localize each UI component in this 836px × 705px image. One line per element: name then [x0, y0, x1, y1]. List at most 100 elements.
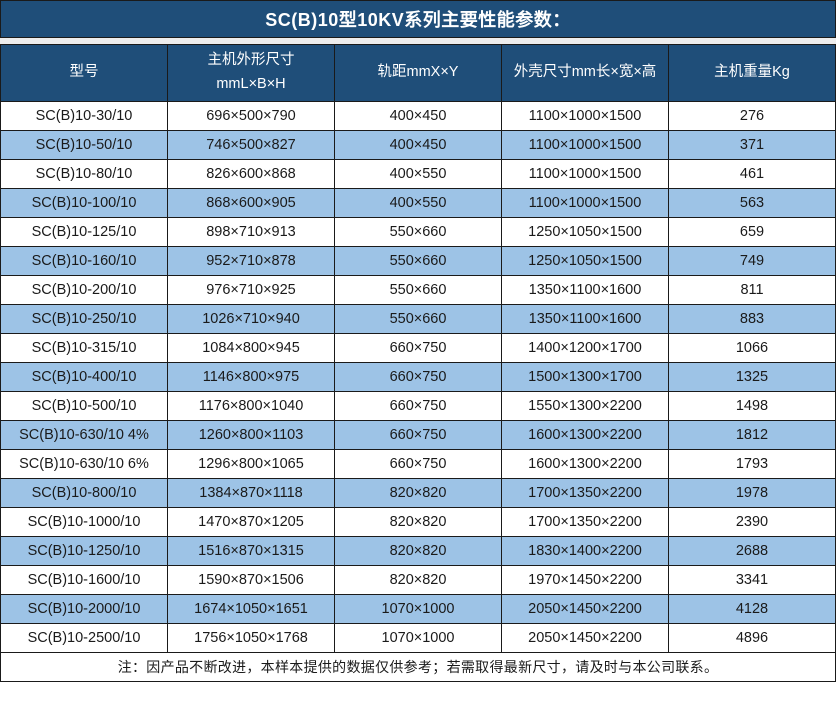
cell-shell-size: 1100×1000×1500 — [502, 160, 669, 189]
col-header-rail-gauge: 轨距mmX×Y — [335, 45, 502, 102]
cell-shell-size: 1700×1350×2200 — [502, 508, 669, 537]
table-row: SC(B)10-630/10 4% 1260×800×1103 660×750 … — [1, 421, 836, 450]
cell-model: SC(B)10-500/10 — [1, 392, 168, 421]
table-row: SC(B)10-2000/10 1674×1050×1651 1070×1000… — [1, 595, 836, 624]
cell-dimensions: 1516×870×1315 — [168, 537, 335, 566]
table-row: SC(B)10-500/10 1176×800×1040 660×750 155… — [1, 392, 836, 421]
cell-model: SC(B)10-400/10 — [1, 363, 168, 392]
cell-weight: 2688 — [669, 537, 836, 566]
col-header-weight: 主机重量Kg — [669, 45, 836, 102]
cell-rail-gauge: 400×550 — [335, 160, 502, 189]
cell-weight: 461 — [669, 160, 836, 189]
cell-model: SC(B)10-100/10 — [1, 189, 168, 218]
cell-shell-size: 1700×1350×2200 — [502, 479, 669, 508]
cell-dimensions: 1176×800×1040 — [168, 392, 335, 421]
cell-dimensions: 976×710×925 — [168, 276, 335, 305]
table-row: SC(B)10-200/10 976×710×925 550×660 1350×… — [1, 276, 836, 305]
cell-rail-gauge: 550×660 — [335, 218, 502, 247]
cell-shell-size: 1100×1000×1500 — [502, 189, 669, 218]
cell-shell-size: 1600×1300×2200 — [502, 421, 669, 450]
header-row: 型号 主机外形尺寸 mmL×B×H 轨距mmX×Y 外壳尺寸mm长×宽×高 主机… — [1, 45, 836, 102]
cell-shell-size: 1970×1450×2200 — [502, 566, 669, 595]
cell-rail-gauge: 400×450 — [335, 131, 502, 160]
table-row: SC(B)10-30/10 696×500×790 400×450 1100×1… — [1, 102, 836, 131]
cell-model: SC(B)10-125/10 — [1, 218, 168, 247]
cell-rail-gauge: 660×750 — [335, 421, 502, 450]
table-note: 注：因产品不断改进，本样本提供的数据仅供参考；若需取得最新尺寸，请及时与本公司联… — [1, 653, 836, 682]
cell-weight: 1812 — [669, 421, 836, 450]
cell-dimensions: 898×710×913 — [168, 218, 335, 247]
cell-model: SC(B)10-2500/10 — [1, 624, 168, 653]
table-row: SC(B)10-125/10 898×710×913 550×660 1250×… — [1, 218, 836, 247]
cell-dimensions: 696×500×790 — [168, 102, 335, 131]
col-header-model: 型号 — [1, 45, 168, 102]
cell-rail-gauge: 820×820 — [335, 508, 502, 537]
cell-rail-gauge: 550×660 — [335, 247, 502, 276]
cell-shell-size: 1250×1050×1500 — [502, 247, 669, 276]
table-row: SC(B)10-100/10 868×600×905 400×550 1100×… — [1, 189, 836, 218]
cell-dimensions: 826×600×868 — [168, 160, 335, 189]
cell-rail-gauge: 820×820 — [335, 566, 502, 595]
cell-weight: 1793 — [669, 450, 836, 479]
cell-model: SC(B)10-630/10 4% — [1, 421, 168, 450]
cell-shell-size: 1400×1200×1700 — [502, 334, 669, 363]
cell-rail-gauge: 660×750 — [335, 450, 502, 479]
cell-rail-gauge: 1070×1000 — [335, 624, 502, 653]
cell-rail-gauge: 550×660 — [335, 305, 502, 334]
cell-weight: 3341 — [669, 566, 836, 595]
table-row: SC(B)10-800/10 1384×870×1118 820×820 170… — [1, 479, 836, 508]
cell-rail-gauge: 400×450 — [335, 102, 502, 131]
table-row: SC(B)10-1000/10 1470×870×1205 820×820 17… — [1, 508, 836, 537]
cell-rail-gauge: 820×820 — [335, 537, 502, 566]
cell-model: SC(B)10-315/10 — [1, 334, 168, 363]
cell-weight: 563 — [669, 189, 836, 218]
cell-rail-gauge: 550×660 — [335, 276, 502, 305]
cell-rail-gauge: 660×750 — [335, 363, 502, 392]
table-row: SC(B)10-1600/10 1590×870×1506 820×820 19… — [1, 566, 836, 595]
cell-shell-size: 1550×1300×2200 — [502, 392, 669, 421]
col-header-shell-size: 外壳尺寸mm长×宽×高 — [502, 45, 669, 102]
cell-model: SC(B)10-160/10 — [1, 247, 168, 276]
cell-dimensions: 952×710×878 — [168, 247, 335, 276]
cell-weight: 276 — [669, 102, 836, 131]
cell-shell-size: 1100×1000×1500 — [502, 131, 669, 160]
cell-weight: 1325 — [669, 363, 836, 392]
cell-weight: 1498 — [669, 392, 836, 421]
cell-weight: 749 — [669, 247, 836, 276]
col-header-dimensions: 主机外形尺寸 mmL×B×H — [168, 45, 335, 102]
cell-shell-size: 2050×1450×2200 — [502, 624, 669, 653]
cell-model: SC(B)10-200/10 — [1, 276, 168, 305]
spec-table: 型号 主机外形尺寸 mmL×B×H 轨距mmX×Y 外壳尺寸mm长×宽×高 主机… — [0, 44, 836, 682]
cell-model: SC(B)10-630/10 6% — [1, 450, 168, 479]
cell-dimensions: 1296×800×1065 — [168, 450, 335, 479]
cell-weight: 883 — [669, 305, 836, 334]
cell-weight: 1066 — [669, 334, 836, 363]
cell-dimensions: 1026×710×940 — [168, 305, 335, 334]
cell-weight: 811 — [669, 276, 836, 305]
cell-weight: 4896 — [669, 624, 836, 653]
cell-dimensions: 1084×800×945 — [168, 334, 335, 363]
cell-shell-size: 1830×1400×2200 — [502, 537, 669, 566]
cell-rail-gauge: 1070×1000 — [335, 595, 502, 624]
table-row: SC(B)10-400/10 1146×800×975 660×750 1500… — [1, 363, 836, 392]
table-row: SC(B)10-50/10 746×500×827 400×450 1100×1… — [1, 131, 836, 160]
table-row: SC(B)10-80/10 826×600×868 400×550 1100×1… — [1, 160, 836, 189]
cell-shell-size: 1100×1000×1500 — [502, 102, 669, 131]
cell-rail-gauge: 660×750 — [335, 392, 502, 421]
cell-dimensions: 1384×870×1118 — [168, 479, 335, 508]
cell-weight: 1978 — [669, 479, 836, 508]
cell-weight: 371 — [669, 131, 836, 160]
cell-model: SC(B)10-50/10 — [1, 131, 168, 160]
cell-dimensions: 1756×1050×1768 — [168, 624, 335, 653]
cell-model: SC(B)10-1000/10 — [1, 508, 168, 537]
cell-weight: 659 — [669, 218, 836, 247]
cell-rail-gauge: 400×550 — [335, 189, 502, 218]
cell-shell-size: 2050×1450×2200 — [502, 595, 669, 624]
cell-model: SC(B)10-1600/10 — [1, 566, 168, 595]
cell-model: SC(B)10-800/10 — [1, 479, 168, 508]
cell-model: SC(B)10-80/10 — [1, 160, 168, 189]
cell-dimensions: 746×500×827 — [168, 131, 335, 160]
page-title: SC(B)10型10KV系列主要性能参数： — [0, 0, 836, 38]
cell-weight: 2390 — [669, 508, 836, 537]
cell-dimensions: 1146×800×975 — [168, 363, 335, 392]
